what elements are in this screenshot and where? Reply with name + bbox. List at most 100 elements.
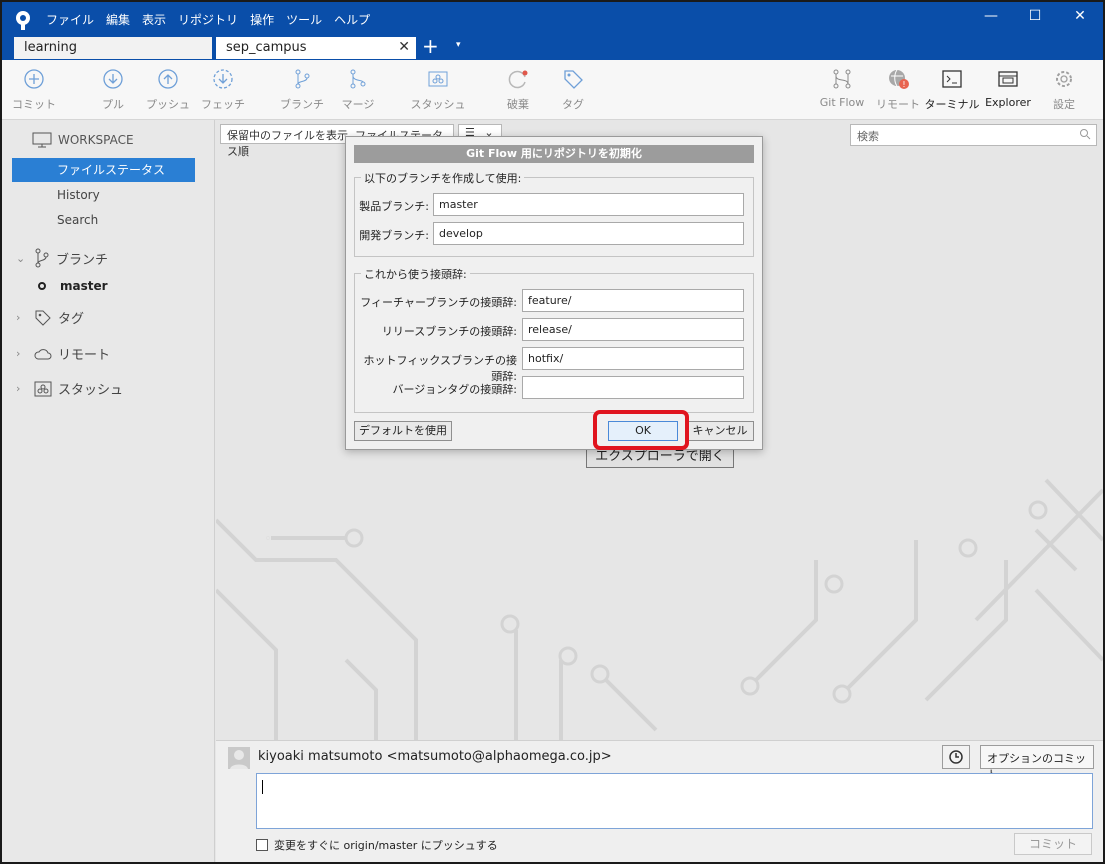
- current-branch-icon: [38, 282, 46, 290]
- cancel-button[interactable]: キャンセル: [686, 421, 754, 441]
- menu-view[interactable]: 表示: [142, 11, 166, 28]
- feature-prefix-input[interactable]: feature/: [522, 289, 744, 312]
- tag-icon: [564, 70, 583, 89]
- avatar: [228, 747, 250, 769]
- menu-file[interactable]: ファイル: [46, 11, 94, 28]
- circuit-background-decoration: [216, 478, 1103, 740]
- toolbar-label: リモート: [876, 98, 920, 111]
- commit-options-dropdown[interactable]: オプションのコミット ⌄: [980, 745, 1094, 781]
- tab-close-icon[interactable]: ✕: [398, 39, 410, 55]
- tag-toolbar-button[interactable]: タグ: [543, 68, 603, 112]
- branches-group: 以下のブランチを作成して使用: 製品ブランチ: master 開発ブランチ: d…: [354, 170, 754, 257]
- merge-icon: [350, 69, 366, 89]
- tab-label: learning: [24, 40, 78, 55]
- app-window: ファイル 編集 表示 リポジトリ 操作 ツール ヘルプ — ☐ ✕ learni…: [0, 0, 1105, 864]
- toolbar-label: 破棄: [507, 98, 529, 111]
- tab-label: sep_campus: [226, 40, 307, 55]
- add-tab-button[interactable]: +: [422, 34, 439, 58]
- commit-button[interactable]: コミット: [1014, 833, 1092, 855]
- gitflow-toolbar-button[interactable]: Git Flow: [812, 68, 872, 109]
- version-tag-prefix-label: バージョンタグの接頭辞:: [392, 383, 518, 396]
- remote-toolbar-button[interactable]: ! リモート: [868, 68, 928, 112]
- cloud-icon: [34, 348, 52, 359]
- menu-actions[interactable]: 操作: [250, 11, 274, 28]
- sidebar: WORKSPACE ファイルステータス History Search ⌄ ブラン…: [2, 120, 215, 862]
- chevron-right-icon: ›: [16, 311, 21, 324]
- toolbar-label: 設定: [1053, 98, 1075, 111]
- gitflow-icon: [833, 69, 851, 89]
- commit-message-input[interactable]: [256, 773, 1093, 829]
- workspace-header: WORKSPACE: [32, 132, 134, 148]
- production-branch-input[interactable]: master: [433, 193, 744, 216]
- toolbar-label: マージ: [341, 98, 375, 111]
- close-window-button[interactable]: ✕: [1065, 8, 1095, 24]
- branch-name: master: [60, 279, 108, 293]
- release-prefix-input[interactable]: release/: [522, 318, 744, 341]
- sidebar-item-file-status[interactable]: ファイルステータス: [12, 158, 195, 182]
- explorer-toolbar-button[interactable]: Explorer: [978, 68, 1038, 109]
- terminal-icon: [942, 70, 962, 88]
- commit-time-button[interactable]: [942, 745, 970, 769]
- branches-label: ブランチ: [56, 252, 109, 268]
- chevron-down-icon: ⌄: [16, 251, 26, 265]
- sourcetree-logo-icon: [16, 11, 30, 30]
- menu-help[interactable]: ヘルプ: [334, 11, 370, 28]
- chevron-right-icon: ›: [16, 382, 21, 395]
- tab-learning[interactable]: learning: [14, 37, 212, 59]
- sidebar-branch-master[interactable]: master: [38, 279, 108, 293]
- tag-icon: [35, 310, 51, 326]
- remotes-label: リモート: [58, 348, 111, 363]
- sidebar-section-stashes[interactable]: › スタッシュ: [16, 379, 123, 398]
- tab-sep-campus[interactable]: sep_campus ✕: [216, 37, 416, 59]
- settings-toolbar-button[interactable]: 設定: [1034, 68, 1094, 112]
- tab-dropdown-icon[interactable]: ▾: [456, 40, 461, 50]
- sidebar-item-search[interactable]: Search: [12, 208, 195, 232]
- minimize-button[interactable]: —: [976, 8, 1006, 24]
- prefix-group-label: これから使う接頭辞:: [361, 266, 470, 282]
- tags-label: タグ: [58, 312, 85, 327]
- branch-icon: [35, 248, 49, 268]
- sidebar-section-branches[interactable]: ⌄ ブランチ: [16, 248, 108, 268]
- gear-icon: [1056, 71, 1072, 87]
- toolbar-label: プル: [102, 98, 124, 111]
- search-input[interactable]: 検索: [850, 124, 1097, 146]
- menu-edit[interactable]: 編集: [106, 11, 130, 28]
- search-icon: [1080, 129, 1091, 140]
- sidebar-section-tags[interactable]: › タグ: [16, 308, 84, 327]
- stash-icon: [428, 71, 448, 87]
- hotfix-prefix-input[interactable]: hotfix/: [522, 347, 744, 370]
- toolbar-label: Git Flow: [819, 96, 865, 109]
- fetch-toolbar-button[interactable]: フェッチ: [193, 68, 253, 112]
- menu-repository[interactable]: リポジトリ: [178, 11, 238, 28]
- version-tag-prefix-input[interactable]: [522, 376, 744, 399]
- svg-text:!: !: [902, 80, 905, 89]
- maximize-button[interactable]: ☐: [1020, 8, 1050, 24]
- develop-branch-label: 開発ブランチ:: [359, 229, 429, 242]
- discard-icon: [508, 70, 528, 89]
- discard-toolbar-button[interactable]: 破棄: [488, 68, 548, 112]
- branch-icon: [295, 69, 310, 89]
- develop-branch-input[interactable]: develop: [433, 222, 744, 245]
- branch-toolbar-button[interactable]: ブランチ: [272, 68, 332, 112]
- commit-toolbar-button[interactable]: コミット: [4, 68, 64, 112]
- merge-toolbar-button[interactable]: マージ: [328, 68, 388, 112]
- ok-button-highlight-annotation: [593, 410, 689, 450]
- hotfix-prefix-label: ホットフィックスブランチの接頭辞:: [363, 354, 517, 383]
- push-toolbar-button[interactable]: プッシュ: [138, 68, 198, 112]
- sidebar-item-history[interactable]: History: [12, 183, 195, 207]
- sidebar-section-remotes[interactable]: › リモート: [16, 344, 110, 363]
- menu-bar: ファイル 編集 表示 リポジトリ 操作 ツール ヘルプ: [46, 11, 370, 28]
- text-caret: [262, 780, 263, 794]
- stash-toolbar-button[interactable]: スタッシュ: [408, 68, 468, 112]
- toolbar-label: ブランチ: [280, 98, 324, 111]
- checkbox-box[interactable]: [256, 839, 268, 851]
- push-immediately-checkbox[interactable]: 変更をすぐに origin/master にプッシュする: [256, 837, 498, 853]
- menu-tools[interactable]: ツール: [286, 11, 322, 28]
- toolbar-label: タグ: [562, 98, 584, 111]
- terminal-toolbar-button[interactable]: ターミナル: [922, 68, 982, 112]
- search-placeholder: 検索: [857, 130, 879, 143]
- pull-toolbar-button[interactable]: プル: [83, 68, 143, 112]
- production-branch-label: 製品ブランチ:: [359, 200, 429, 213]
- use-defaults-button[interactable]: デフォルトを使用: [354, 421, 452, 441]
- commit-author: kiyoaki matsumoto <matsumoto@alphaomega.…: [258, 749, 612, 764]
